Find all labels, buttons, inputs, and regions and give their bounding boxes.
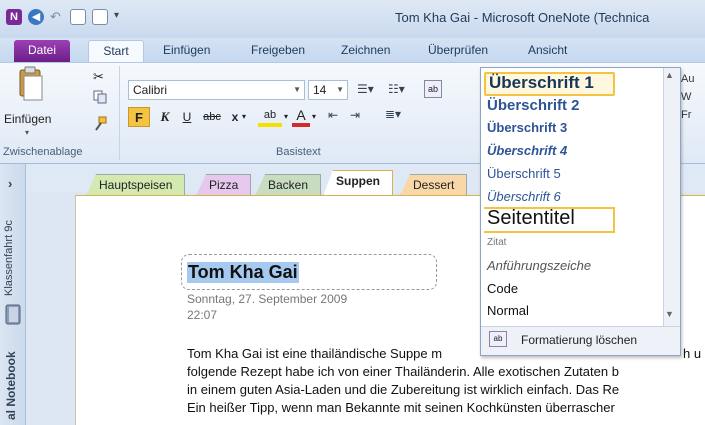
gallery-scrollbar[interactable] bbox=[663, 68, 680, 326]
style-citation[interactable]: Zitat bbox=[487, 237, 506, 248]
clipboard-group-label: Zwischenablage bbox=[3, 146, 83, 158]
styles-icon[interactable]: ab bbox=[424, 80, 442, 98]
style-code[interactable]: Code bbox=[487, 281, 518, 296]
style-heading-2[interactable]: Überschrift 2 bbox=[487, 97, 580, 114]
body-line[interactable]: in einem guten Asia-Laden und die Zubere… bbox=[187, 382, 619, 397]
highlight-button[interactable]: ab bbox=[258, 107, 282, 127]
section-tab-suppen[interactable]: Suppen bbox=[323, 170, 393, 196]
body-line[interactable]: Tom Kha Gai ist eine thailändische Suppe… bbox=[187, 346, 442, 361]
undo-icon[interactable]: ↶ bbox=[50, 9, 66, 25]
style-heading-5[interactable]: Überschrift 5 bbox=[487, 166, 561, 181]
sidebar-notebook-label[interactable]: al Notebook bbox=[4, 351, 18, 420]
paste-dropdown-icon[interactable]: ▾ bbox=[25, 128, 29, 137]
numbered-list-icon[interactable]: ☷▾ bbox=[388, 82, 405, 96]
clear-formatting-icon[interactable]: ab bbox=[489, 331, 507, 347]
style-heading-1[interactable]: Überschrift 1 bbox=[489, 73, 594, 93]
paragraph-align-icon[interactable]: ≣▾ bbox=[385, 107, 401, 121]
clipped-label: Au bbox=[681, 73, 695, 85]
tab-draw[interactable]: Zeichnen bbox=[341, 43, 390, 57]
font-size-value: 14 bbox=[313, 83, 327, 97]
copy-icon[interactable] bbox=[93, 90, 107, 104]
italic-button[interactable]: K bbox=[155, 107, 175, 127]
subscript-button[interactable]: x bbox=[228, 107, 242, 127]
tab-insert[interactable]: Einfügen bbox=[163, 43, 210, 57]
chevron-down-icon[interactable]: ▼ bbox=[336, 81, 344, 99]
clipped-label: W bbox=[681, 91, 692, 103]
paste-button-label[interactable]: Einfügen bbox=[4, 112, 51, 126]
style-heading-6[interactable]: Überschrift 6 bbox=[487, 189, 561, 204]
onenote-logo-icon: N bbox=[6, 9, 22, 25]
style-page-title[interactable]: Seitentitel bbox=[487, 207, 575, 230]
body-line[interactable]: Ein heißer Tipp, wenn man Bekannte mit s… bbox=[187, 400, 615, 415]
section-tab-hauptspeisen[interactable]: Hauptspeisen bbox=[86, 174, 186, 196]
scroll-down-icon[interactable]: ▼ bbox=[665, 309, 674, 319]
body-line[interactable]: folgende Rezept habe ich von einer Thail… bbox=[187, 364, 619, 379]
clear-formatting-button[interactable]: Formatierung löschen bbox=[521, 333, 637, 347]
cut-icon[interactable]: ✂ bbox=[93, 69, 104, 85]
group-divider bbox=[119, 66, 120, 160]
scroll-up-icon[interactable]: ▲ bbox=[665, 70, 674, 80]
tab-share[interactable]: Freigeben bbox=[251, 43, 305, 57]
section-tab-dessert[interactable]: Dessert bbox=[400, 174, 468, 196]
page-time: 22:07 bbox=[187, 308, 218, 322]
basic-text-group-label: Basistext bbox=[276, 146, 321, 158]
font-color-button[interactable]: A bbox=[292, 107, 310, 127]
style-heading-4[interactable]: Überschrift 4 bbox=[487, 143, 567, 158]
ribbon-right-clipped: Au W Fr bbox=[681, 70, 705, 124]
body-line-clipped[interactable]: h u bbox=[683, 346, 701, 361]
page-title[interactable]: Tom Kha Gai bbox=[187, 262, 299, 283]
dock-icon[interactable] bbox=[70, 9, 86, 25]
notebook-icon[interactable] bbox=[4, 304, 22, 326]
style-heading-3[interactable]: Überschrift 3 bbox=[487, 120, 567, 135]
strikethrough-button[interactable]: abc bbox=[199, 107, 225, 127]
bullet-list-icon[interactable]: ☰▾ bbox=[357, 82, 374, 96]
decrease-indent-icon[interactable]: ⇤ bbox=[328, 108, 338, 122]
qat-customize-icon[interactable]: ▾ bbox=[114, 10, 119, 21]
tab-view[interactable]: Ansicht bbox=[528, 43, 567, 57]
window-title: Tom Kha Gai - Microsoft OneNote (Technic… bbox=[395, 10, 650, 25]
paste-icon[interactable] bbox=[14, 66, 46, 106]
style-normal[interactable]: Normal bbox=[487, 303, 529, 318]
section-tab-backen[interactable]: Backen bbox=[255, 174, 322, 196]
format-painter-icon[interactable] bbox=[92, 116, 108, 132]
tab-start[interactable]: Start bbox=[88, 40, 144, 63]
font-name-value: Calibri bbox=[133, 83, 168, 97]
subscript-dropdown-icon[interactable]: ▾ bbox=[242, 112, 246, 121]
font-color-dropdown-icon[interactable]: ▾ bbox=[312, 112, 316, 121]
sidebar-section-label[interactable]: Klassenfahrt 9c bbox=[3, 196, 15, 296]
font-size-field[interactable]: 14 ▼ bbox=[308, 80, 348, 100]
bold-button[interactable]: F bbox=[128, 107, 150, 127]
expand-nav-icon[interactable]: › bbox=[8, 176, 12, 191]
tab-file[interactable]: Datei bbox=[14, 40, 70, 62]
clipped-label: Fr bbox=[681, 109, 692, 121]
chevron-down-icon[interactable]: ▼ bbox=[293, 81, 301, 99]
tab-review[interactable]: Überprüfen bbox=[428, 43, 488, 57]
fullpage-icon[interactable] bbox=[92, 9, 108, 25]
back-icon[interactable]: ◀ bbox=[28, 9, 44, 25]
style-quote[interactable]: Anführungszeiche bbox=[487, 258, 591, 273]
page-date: Sonntag, 27. September 2009 bbox=[187, 292, 348, 306]
font-name-field[interactable]: Calibri ▼ bbox=[128, 80, 305, 100]
underline-button[interactable]: U bbox=[178, 107, 196, 127]
highlight-dropdown-icon[interactable]: ▾ bbox=[284, 112, 288, 121]
increase-indent-icon[interactable]: ⇥ bbox=[350, 108, 360, 122]
